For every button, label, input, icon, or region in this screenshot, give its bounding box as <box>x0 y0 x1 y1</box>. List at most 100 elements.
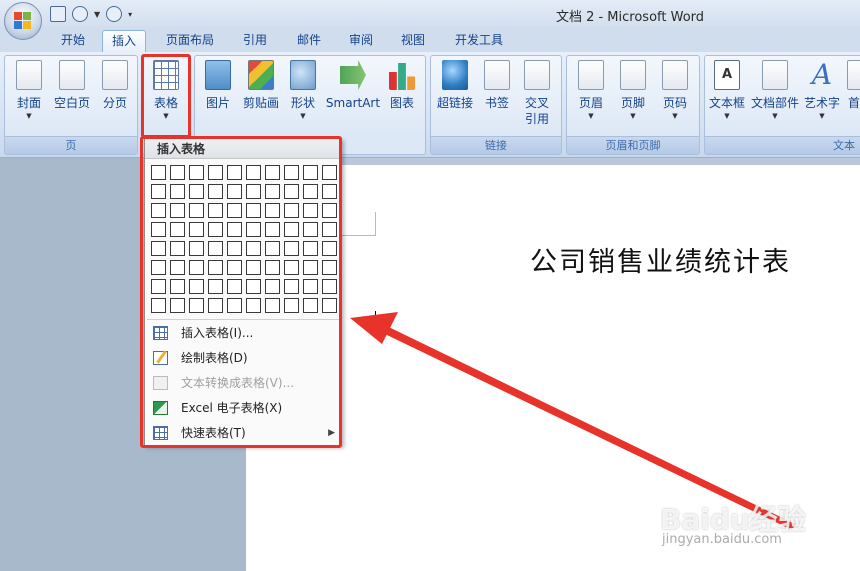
table-grid-cell[interactable] <box>189 241 204 256</box>
table-grid-cell[interactable] <box>322 184 337 199</box>
draw-table-menu-item[interactable]: 绘制表格(D) <box>145 346 341 371</box>
table-grid-cell[interactable] <box>265 222 280 237</box>
table-grid-cell[interactable] <box>227 184 242 199</box>
table-grid-cell[interactable] <box>322 298 337 313</box>
tab-view[interactable]: 视图 <box>390 30 436 52</box>
table-grid-cell[interactable] <box>246 222 261 237</box>
table-grid-cell[interactable] <box>151 241 166 256</box>
table-grid-cell[interactable] <box>322 165 337 180</box>
table-grid-cell[interactable] <box>284 298 299 313</box>
document-title[interactable]: 公司销售业绩统计表 <box>530 240 791 279</box>
table-grid-cell[interactable] <box>303 184 318 199</box>
table-grid-cell[interactable] <box>208 184 223 199</box>
table-grid-cell[interactable] <box>189 279 204 294</box>
table-grid-cell[interactable] <box>265 279 280 294</box>
table-grid-cell[interactable] <box>151 184 166 199</box>
cross-reference-button[interactable]: 交叉 引用 <box>519 60 555 127</box>
tab-review[interactable]: 审阅 <box>338 30 384 52</box>
table-grid-cell[interactable] <box>151 203 166 218</box>
clip-art-button[interactable]: 剪贴画 <box>241 60 281 111</box>
table-grid-cell[interactable] <box>189 184 204 199</box>
table-grid-cell[interactable] <box>170 279 185 294</box>
table-grid-cell[interactable] <box>151 222 166 237</box>
table-grid-cell[interactable] <box>208 279 223 294</box>
table-grid-cell[interactable] <box>265 260 280 275</box>
table-grid-cell[interactable] <box>303 279 318 294</box>
table-grid-cell[interactable] <box>170 222 185 237</box>
quick-tables-menu-item[interactable]: 快速表格(T) ▶ <box>145 421 341 446</box>
bookmark-button[interactable]: 书签 <box>479 60 515 111</box>
table-grid-cell[interactable] <box>170 260 185 275</box>
tab-page-layout[interactable]: 页面布局 <box>158 30 222 52</box>
table-grid-cell[interactable] <box>284 279 299 294</box>
table-grid-cell[interactable] <box>322 260 337 275</box>
smartart-button[interactable]: SmartArt <box>325 60 381 111</box>
table-grid-cell[interactable] <box>208 298 223 313</box>
table-grid[interactable] <box>151 165 337 315</box>
insert-table-menu-item[interactable]: 插入表格(I)... <box>145 321 341 346</box>
table-grid-cell[interactable] <box>246 279 261 294</box>
table-grid-cell[interactable] <box>265 241 280 256</box>
table-grid-cell[interactable] <box>265 298 280 313</box>
table-grid-cell[interactable] <box>284 222 299 237</box>
table-grid-cell[interactable] <box>303 260 318 275</box>
table-grid-cell[interactable] <box>227 298 242 313</box>
table-grid-cell[interactable] <box>170 203 185 218</box>
table-grid-cell[interactable] <box>189 260 204 275</box>
footer-button[interactable]: 页脚 ▼ <box>615 60 651 120</box>
table-grid-cell[interactable] <box>284 260 299 275</box>
table-grid-cell[interactable] <box>303 165 318 180</box>
table-grid-cell[interactable] <box>246 184 261 199</box>
table-grid-cell[interactable] <box>322 241 337 256</box>
table-grid-cell[interactable] <box>303 203 318 218</box>
drop-cap-button[interactable]: 首字 <box>845 60 860 111</box>
table-grid-cell[interactable] <box>227 260 242 275</box>
table-grid-cell[interactable] <box>208 203 223 218</box>
tab-insert[interactable]: 插入 <box>102 30 146 52</box>
table-grid-cell[interactable] <box>151 165 166 180</box>
table-grid-cell[interactable] <box>208 241 223 256</box>
table-button[interactable]: 表格 ▼ <box>149 60 183 120</box>
table-grid-cell[interactable] <box>322 222 337 237</box>
hyperlink-button[interactable]: 超链接 <box>435 60 475 111</box>
chart-button[interactable]: 图表 <box>385 60 419 111</box>
table-grid-cell[interactable] <box>189 298 204 313</box>
table-grid-cell[interactable] <box>284 203 299 218</box>
office-button[interactable] <box>4 2 42 40</box>
table-grid-cell[interactable] <box>189 203 204 218</box>
table-grid-cell[interactable] <box>227 203 242 218</box>
table-grid-cell[interactable] <box>246 298 261 313</box>
table-grid-cell[interactable] <box>284 241 299 256</box>
text-box-button[interactable]: A 文本框 ▼ <box>707 60 747 120</box>
picture-button[interactable]: 图片 <box>201 60 235 111</box>
header-button[interactable]: 页眉 ▼ <box>573 60 609 120</box>
table-grid-cell[interactable] <box>170 241 185 256</box>
table-grid-cell[interactable] <box>284 184 299 199</box>
table-grid-cell[interactable] <box>208 222 223 237</box>
quick-parts-button[interactable]: 文档部件 ▼ <box>751 60 799 120</box>
excel-spreadsheet-menu-item[interactable]: Excel 电子表格(X) <box>145 396 341 421</box>
table-grid-cell[interactable] <box>170 298 185 313</box>
table-grid-cell[interactable] <box>208 165 223 180</box>
table-grid-cell[interactable] <box>265 184 280 199</box>
table-grid-cell[interactable] <box>227 222 242 237</box>
wordart-button[interactable]: A 艺术字 ▼ <box>803 60 841 121</box>
page-number-button[interactable]: 页码 ▼ <box>657 60 693 120</box>
table-grid-cell[interactable] <box>322 279 337 294</box>
table-grid-cell[interactable] <box>151 298 166 313</box>
shapes-button[interactable]: 形状 ▼ <box>287 60 319 120</box>
table-grid-cell[interactable] <box>303 241 318 256</box>
tab-developer[interactable]: 开发工具 <box>446 30 512 52</box>
table-grid-cell[interactable] <box>284 165 299 180</box>
blank-page-button[interactable]: 空白页 <box>51 60 93 111</box>
table-grid-cell[interactable] <box>189 222 204 237</box>
table-grid-cell[interactable] <box>246 241 261 256</box>
table-grid-cell[interactable] <box>227 279 242 294</box>
tab-references[interactable]: 引用 <box>232 30 278 52</box>
tab-mailings[interactable]: 邮件 <box>286 30 332 52</box>
table-grid-cell[interactable] <box>246 203 261 218</box>
table-grid-cell[interactable] <box>170 184 185 199</box>
cover-page-button[interactable]: 封面 ▼ <box>11 60 47 120</box>
table-grid-cell[interactable] <box>151 279 166 294</box>
table-grid-cell[interactable] <box>303 298 318 313</box>
